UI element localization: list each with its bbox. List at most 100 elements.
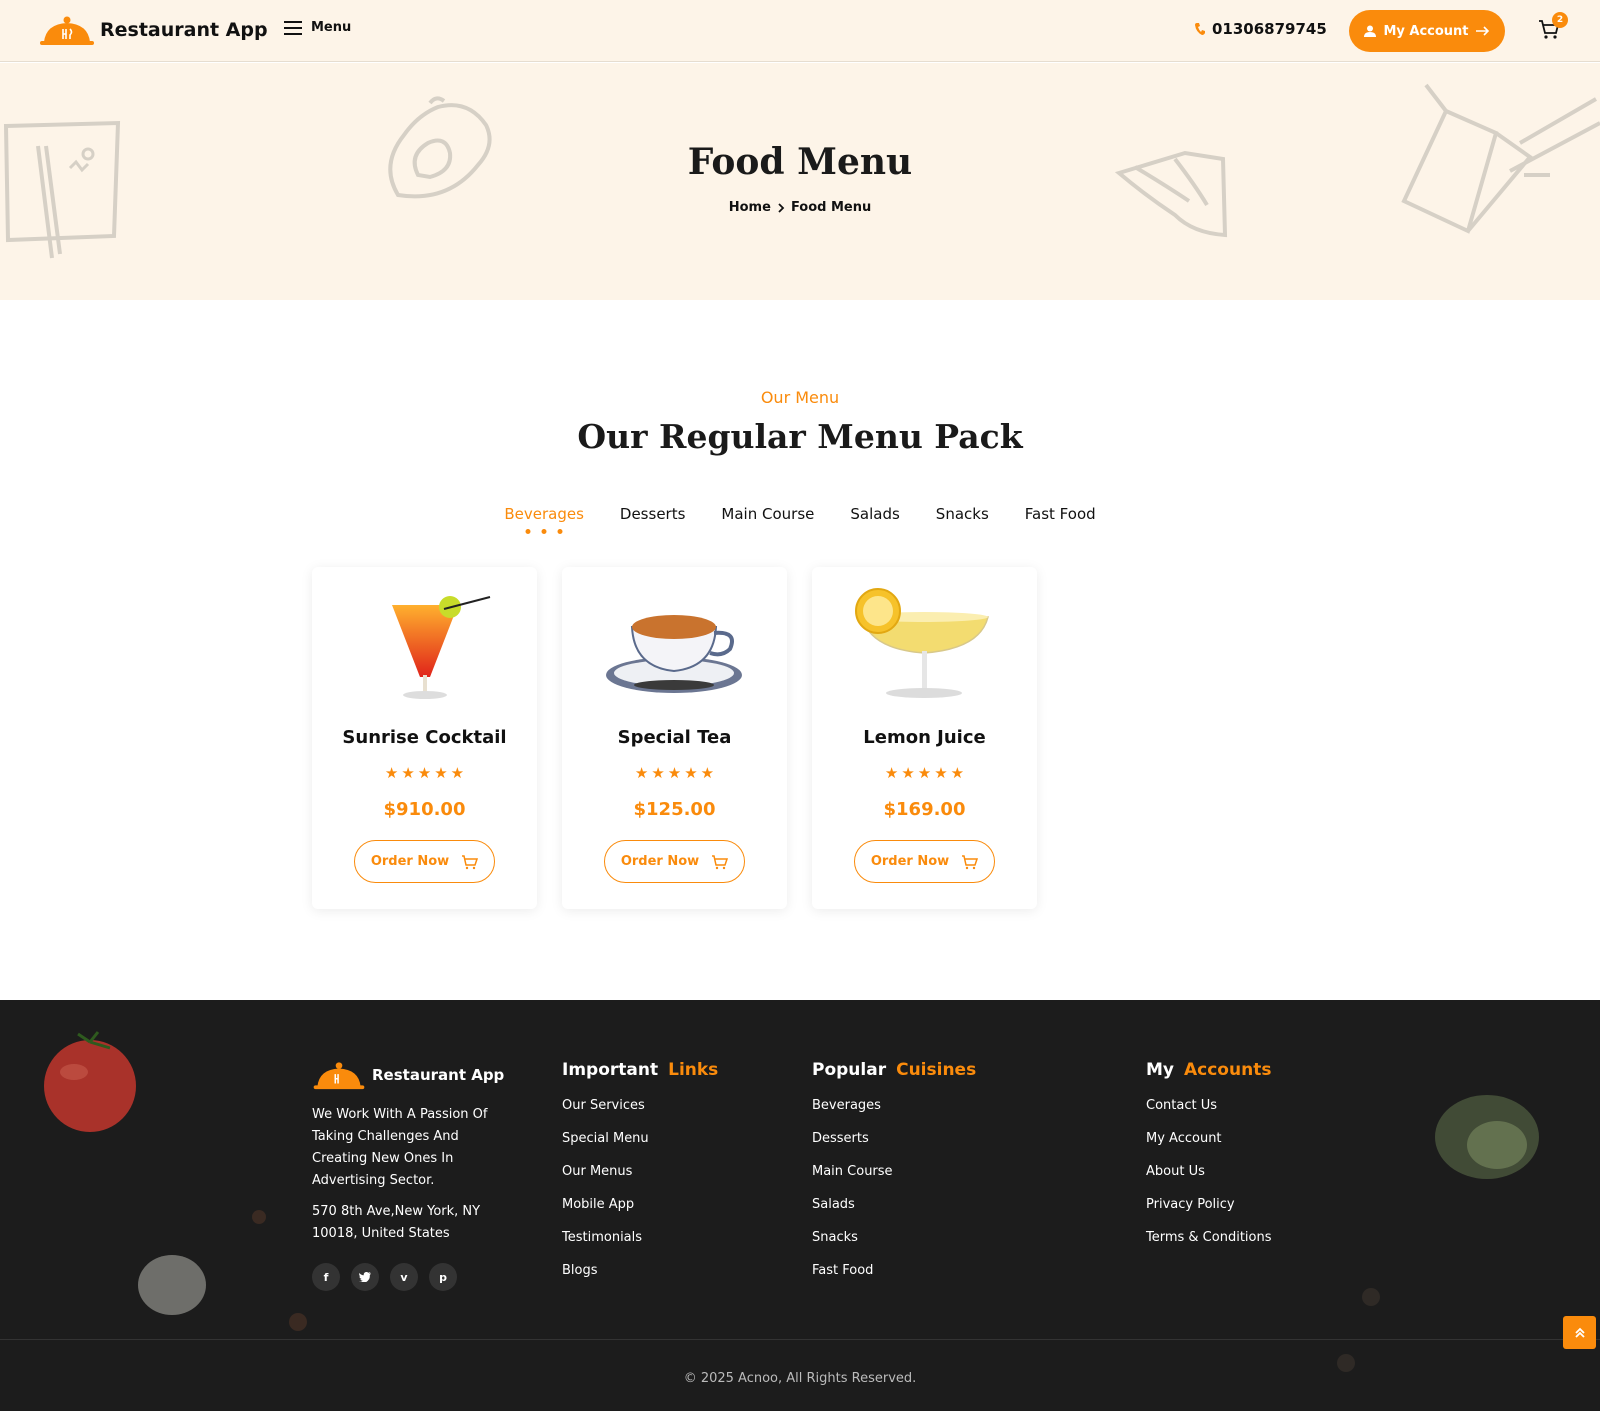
footer-link-testimonials[interactable]: Testimonials [562,1228,718,1247]
pepper-decoration [252,1210,266,1224]
footer-link-blogs[interactable]: Blogs [562,1261,718,1280]
rating-stars: ★ ★ ★ ★ ★ [312,764,537,782]
footer-link-salads[interactable]: Salads [812,1195,976,1214]
cart-icon [712,854,729,869]
twitter-icon[interactable] [351,1263,379,1291]
footer-link-snacks[interactable]: Snacks [812,1228,976,1247]
pepper-decoration [289,1313,307,1331]
cloche-logo-icon [40,16,94,45]
site-header: Restaurant App Menu 01306879745 My Accou… [0,0,1600,62]
page-title: Food Menu [687,141,913,183]
footer-brand-logo[interactable]: Restaurant App [312,1060,504,1090]
page-banner: Food Menu Home Food Menu [0,63,1600,300]
menu-item-name: Sunrise Cocktail [342,727,507,748]
footer-heading: Important Links [562,1060,719,1080]
brand-name: Restaurant App [100,19,268,41]
menu-item-name: Special Tea [617,727,732,748]
arrow-right-icon [1475,26,1489,36]
star-icon: ★ [450,764,465,782]
footer-link-about-us[interactable]: About Us [1146,1162,1272,1181]
tab-fast-food[interactable]: Fast Food [1025,505,1096,523]
footer-link-special-menu[interactable]: Special Menu [562,1129,718,1148]
tab-desserts[interactable]: Desserts [620,505,686,523]
star-icon: ★ [417,764,432,782]
tab-label: Fast Food [1024,505,1096,523]
footer-link-our-menus[interactable]: Our Menus [562,1162,718,1181]
menu-item-name: Lemon Juice [863,727,986,748]
phone-number[interactable]: 01306879745 [1194,20,1327,38]
star-icon: ★ [700,764,715,782]
site-footer: Restaurant App We Work With A Passion Of… [0,1000,1600,1411]
breadcrumb-home-link[interactable]: Home [729,200,771,215]
footer-about: Restaurant App We Work With A Passion Of… [312,1060,504,1291]
tab-main-course[interactable]: Main Course [721,505,814,523]
chevron-right-icon [778,202,785,213]
rating-stars: ★ ★ ★ ★ ★ [812,764,1037,782]
star-icon: ★ [651,764,665,782]
order-now-label: Order Now [870,854,950,869]
vimeo-icon[interactable]: v [390,1263,418,1291]
section-title: Our Regular Menu Pack [577,417,1023,456]
footer-link-desserts[interactable]: Desserts [812,1129,976,1148]
star-icon: ★ [901,764,915,782]
active-tab-indicator [525,529,563,534]
menu-category-tabs: Beverages Desserts Main Course Salads Sn… [0,505,1600,534]
tab-label: Desserts [619,505,686,523]
cloche-logo-icon [313,1062,365,1090]
footer-link-mobile-app[interactable]: Mobile App [562,1195,718,1214]
footer-link-fast-food[interactable]: Fast Food [812,1261,976,1280]
order-now-label: Order Now [370,854,450,869]
phone-text: 01306879745 [1212,20,1327,38]
menu-label: Menu [311,20,352,35]
footer-link-privacy-policy[interactable]: Privacy Policy [1146,1195,1272,1214]
menu-item-card[interactable]: Lemon Juice ★ ★ ★ ★ ★ $169.00 Order Now [812,567,1037,909]
footer-link-contact-us[interactable]: Contact Us [1146,1096,1272,1115]
facebook-icon[interactable]: f [312,1263,340,1291]
star-icon: ★ [684,764,698,782]
cocktail-image [392,596,491,699]
menu-item-card[interactable]: Special Tea ★ ★ ★ ★ ★ $125.00 Order Now [562,567,787,909]
pinterest-icon[interactable]: p [429,1263,457,1291]
tab-snacks[interactable]: Snacks [936,505,989,523]
brand-logo[interactable]: Restaurant App [40,14,268,46]
tab-beverages[interactable]: Beverages [504,505,584,534]
cart-count-badge: 2 [1552,12,1568,28]
footer-important-links: Important Links Our Services Special Menu… [562,1060,718,1294]
star-icon: ★ [884,764,899,782]
star-icon: ★ [384,764,399,782]
menu-item-grid: Sunrise Cocktail ★ ★ ★ ★ ★ $910.00 Order Now… [312,567,1037,909]
menu-item-price: $169.00 [883,799,966,820]
footer-link-terms-conditions[interactable]: Terms & Conditions [1146,1228,1272,1247]
footer-heading: My Accounts [1146,1060,1272,1080]
cart-button[interactable]: 2 [1538,12,1568,44]
order-now-button[interactable]: Order Now [854,840,995,883]
star-icon: ★ [917,764,932,782]
breadcrumb-current: Food Menu [790,200,872,215]
star-icon: ★ [934,764,948,782]
footer-my-accounts: My Accounts Contact Us My Account About U… [1146,1060,1272,1261]
user-icon [1364,25,1377,37]
footer-link-our-services[interactable]: Our Services [562,1096,718,1115]
tab-label: Beverages [504,505,584,523]
order-now-button[interactable]: Order Now [604,840,745,883]
my-account-button[interactable]: My Account [1349,10,1505,52]
tomato-decoration [44,1031,136,1132]
menu-toggle-button[interactable]: Menu [284,20,351,35]
star-icon: ★ [634,764,649,782]
lemon-juice-image [855,588,989,698]
menu-item-card[interactable]: Sunrise Cocktail ★ ★ ★ ★ ★ $910.00 Order Now [312,567,537,909]
my-account-label: My Account [1383,23,1469,39]
pepper-decoration [1362,1288,1380,1306]
tab-label: Salads [850,505,900,523]
footer-link-main-course[interactable]: Main Course [812,1162,976,1181]
star-icon: ★ [667,764,682,782]
footer-link-my-account[interactable]: My Account [1146,1129,1272,1148]
order-now-button[interactable]: Order Now [354,840,495,883]
scroll-to-top-button[interactable] [1563,1316,1596,1349]
footer-link-beverages[interactable]: Beverages [812,1096,976,1115]
mushroom-decoration [138,1255,206,1315]
footer-heading: Popular Cuisines [812,1060,977,1080]
section-subtitle: Our Menu [760,388,840,407]
cart-icon [462,854,479,869]
tab-salads[interactable]: Salads [850,505,899,523]
